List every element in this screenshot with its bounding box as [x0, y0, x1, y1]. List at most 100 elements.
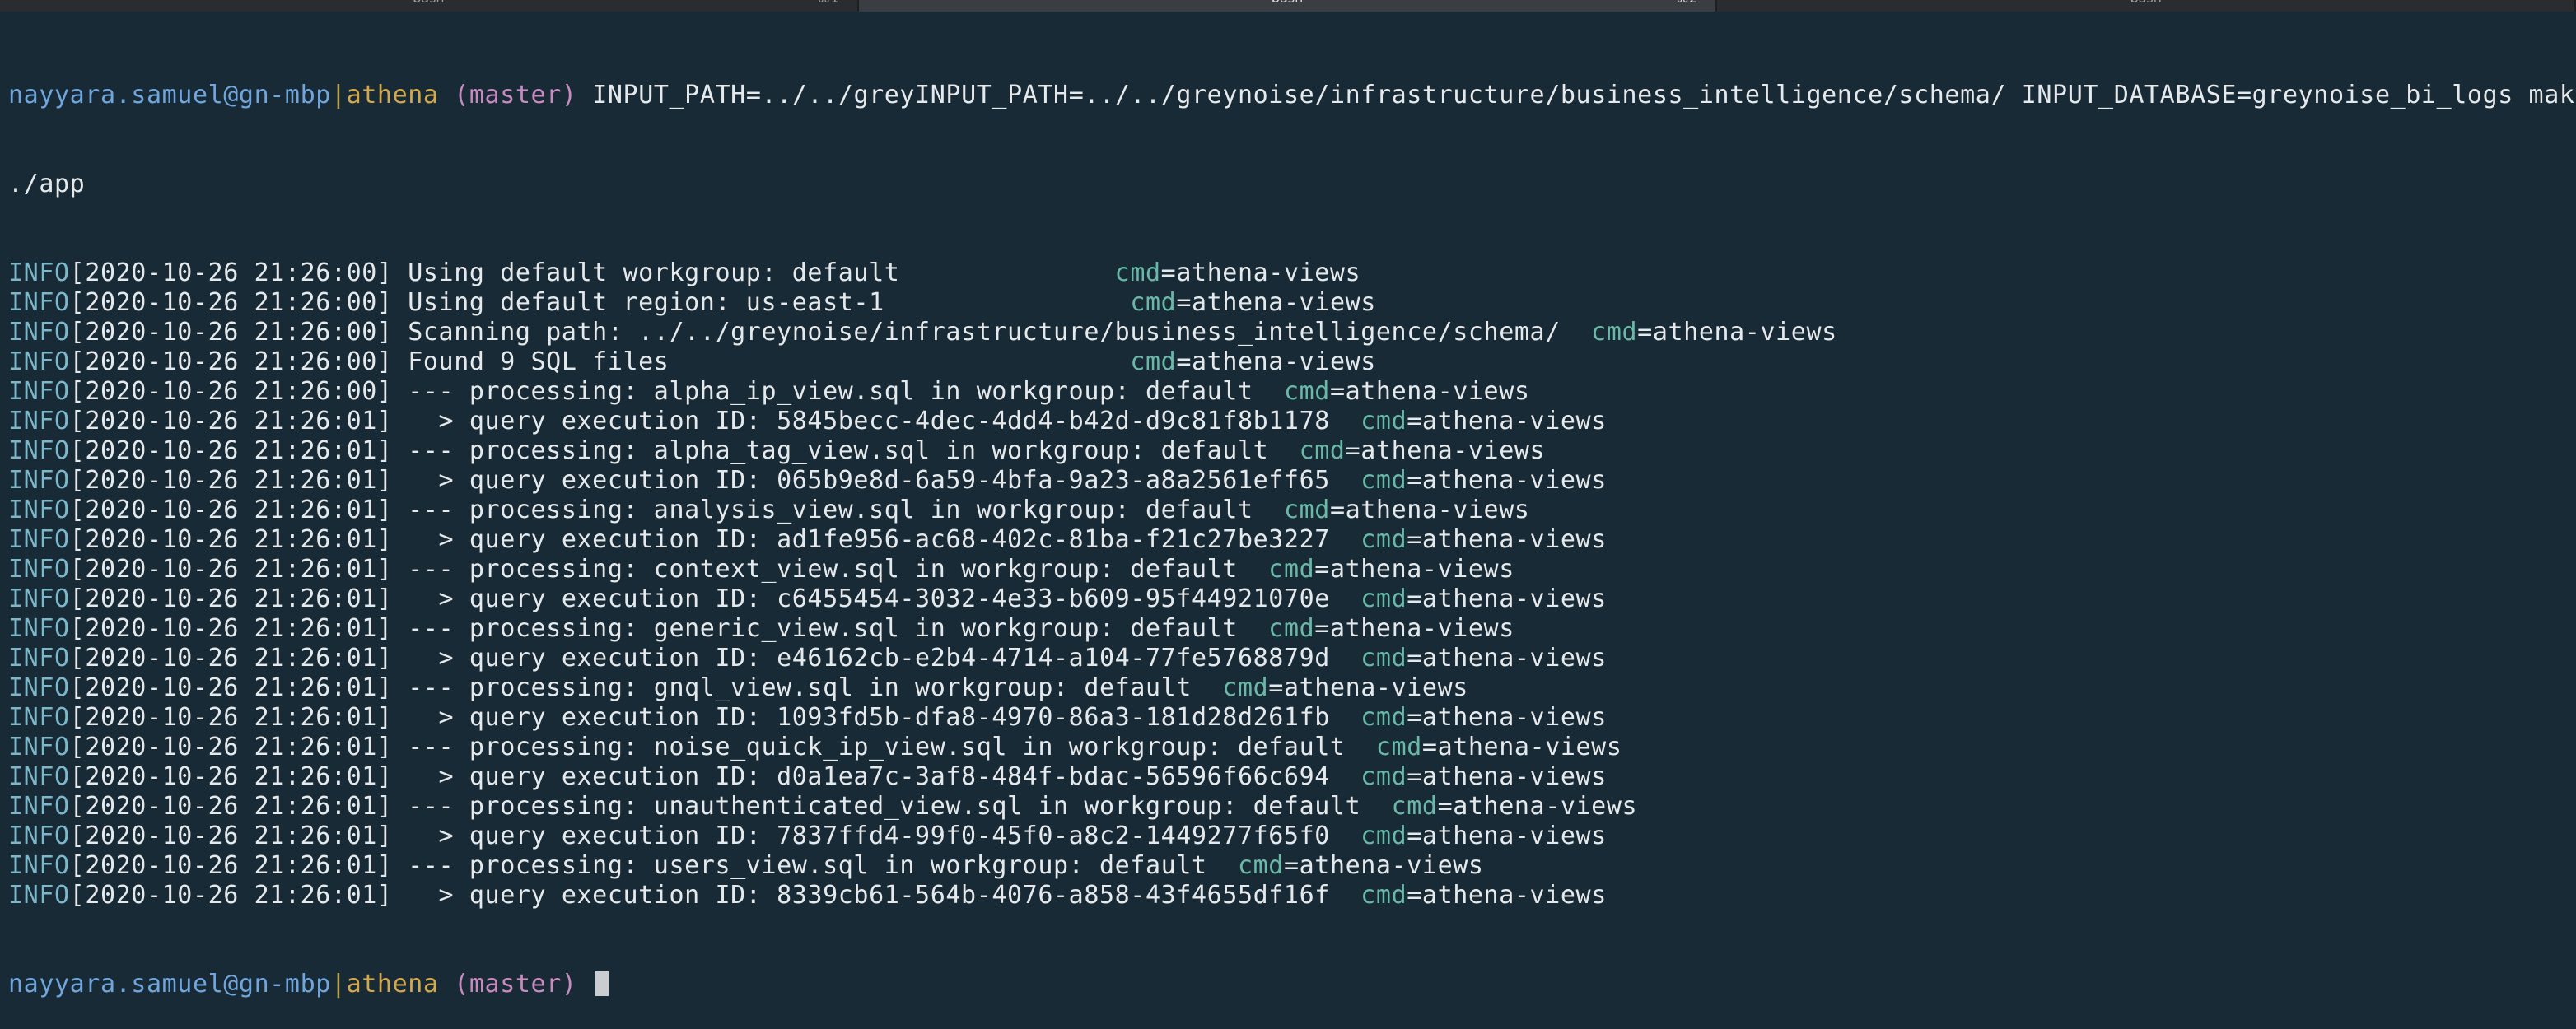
log-cmd-key: cmd: [1360, 525, 1407, 554]
log-timestamp: [2020-10-26 21:26:00]: [69, 347, 393, 376]
log-line: INFO[2020-10-26 21:26:00] Using default …: [8, 258, 2568, 288]
log-timestamp: [2020-10-26 21:26:01]: [69, 851, 393, 880]
log-line: INFO[2020-10-26 21:26:01] > query execut…: [8, 466, 2568, 496]
log-cmd-value: =athena-views: [1407, 822, 1607, 850]
log-timestamp: [2020-10-26 21:26:01]: [69, 614, 393, 643]
prompt-user-host: nayyara.samuel@gn-mbp: [8, 81, 331, 109]
log-timestamp: [2020-10-26 21:26:01]: [69, 407, 393, 435]
tab-3[interactable]: bash: [1717, 0, 2576, 12]
log-cmd-value: =athena-views: [1329, 377, 1530, 406]
log-level: INFO: [8, 496, 70, 524]
prompt-user-host: nayyara.samuel@gn-mbp: [8, 970, 331, 999]
log-cmd-key: cmd: [1375, 733, 1422, 761]
log-level: INFO: [8, 851, 70, 880]
tab-1-label: bash: [413, 0, 444, 5]
log-level: INFO: [8, 347, 70, 376]
log-cmd-key: cmd: [1268, 614, 1315, 643]
log-cmd-key: cmd: [1360, 703, 1407, 732]
log-level: INFO: [8, 466, 70, 495]
log-cmd-value: =athena-views: [1407, 644, 1607, 673]
log-cmd-key: cmd: [1130, 288, 1177, 317]
prompt-separator: |: [330, 970, 347, 999]
log-level: INFO: [8, 733, 70, 761]
command-text: INPUT_PATH=../../greyINPUT_PATH=../../gr…: [592, 81, 2576, 109]
log-cmd-key: cmd: [1114, 258, 1161, 287]
log-line: INFO[2020-10-26 21:26:01] > query execut…: [8, 703, 2568, 733]
prompt-directory: athena: [346, 970, 439, 999]
log-timestamp: [2020-10-26 21:26:00]: [69, 318, 393, 347]
log-line: INFO[2020-10-26 21:26:01] --- processing…: [8, 614, 2568, 644]
log-level: INFO: [8, 584, 70, 613]
log-message: --- processing: alpha_ip_view.sql in wor…: [392, 377, 1284, 406]
log-timestamp: [2020-10-26 21:26:01]: [69, 644, 393, 673]
log-line: INFO[2020-10-26 21:26:00] Scanning path:…: [8, 318, 2568, 347]
log-message: > query execution ID: 7837ffd4-99f0-45f0…: [392, 822, 1361, 850]
log-timestamp: [2020-10-26 21:26:01]: [69, 762, 393, 791]
log-timestamp: [2020-10-26 21:26:01]: [69, 792, 393, 821]
log-level: INFO: [8, 318, 70, 347]
log-line: INFO[2020-10-26 21:26:01] > query execut…: [8, 822, 2568, 851]
log-cmd-value: =athena-views: [1637, 318, 1837, 347]
log-cmd-value: =athena-views: [1407, 466, 1607, 495]
log-level: INFO: [8, 288, 70, 317]
log-timestamp: [2020-10-26 21:26:01]: [69, 436, 393, 465]
log-line: INFO[2020-10-26 21:26:01] > query execut…: [8, 525, 2568, 555]
log-cmd-key: cmd: [1299, 436, 1346, 465]
log-message: Using default region: us-east-1: [392, 288, 1131, 317]
log-cmd-key: cmd: [1360, 644, 1407, 673]
log-level: INFO: [8, 792, 70, 821]
log-level: INFO: [8, 436, 70, 465]
prompt-directory: athena: [346, 81, 439, 109]
log-level: INFO: [8, 377, 70, 406]
log-message: > query execution ID: 065b9e8d-6a59-4bfa…: [392, 466, 1361, 495]
log-cmd-value: =athena-views: [1283, 851, 1484, 880]
tab-2-shortcut: ⌘2: [1676, 0, 1697, 5]
log-cmd-value: =athena-views: [1437, 792, 1638, 821]
log-line: INFO[2020-10-26 21:26:01] --- processing…: [8, 792, 2568, 822]
log-timestamp: [2020-10-26 21:26:00]: [69, 288, 393, 317]
log-message: > query execution ID: 5845becc-4dec-4dd4…: [392, 407, 1361, 435]
tab-2[interactable]: bash ⌘2: [858, 0, 1718, 12]
log-level: INFO: [8, 673, 70, 702]
log-line: INFO[2020-10-26 21:26:01] --- processing…: [8, 673, 2568, 703]
log-message: Scanning path: ../../greynoise/infrastru…: [392, 318, 1592, 347]
prompt-separator: |: [330, 81, 347, 109]
terminal-cursor[interactable]: [595, 971, 609, 996]
log-message: --- processing: gnql_view.sql in workgro…: [392, 673, 1223, 702]
log-cmd-value: =athena-views: [1407, 703, 1607, 732]
log-cmd-value: =athena-views: [1407, 407, 1607, 435]
prompt-line: nayyara.samuel@gn-mbp|athena (master) IN…: [8, 81, 2576, 110]
terminal-output[interactable]: nayyara.samuel@gn-mbp|athena (master) IN…: [8, 21, 2576, 1029]
log-line: INFO[2020-10-26 21:26:01] > query execut…: [8, 584, 2568, 614]
tab-3-label: bash: [2130, 0, 2161, 5]
log-timestamp: [2020-10-26 21:26:01]: [69, 584, 393, 613]
log-cmd-key: cmd: [1268, 555, 1315, 584]
current-prompt-line: nayyara.samuel@gn-mbp|athena (master): [8, 970, 2568, 999]
log-message: > query execution ID: 8339cb61-564b-4076…: [392, 881, 1361, 910]
log-timestamp: [2020-10-26 21:26:01]: [69, 525, 393, 554]
log-cmd-value: =athena-views: [1268, 673, 1468, 702]
log-timestamp: [2020-10-26 21:26:01]: [69, 703, 393, 732]
log-level: INFO: [8, 407, 70, 435]
log-lines: INFO[2020-10-26 21:26:00] Using default …: [8, 258, 2568, 910]
log-cmd-value: =athena-views: [1421, 733, 1622, 761]
log-line: INFO[2020-10-26 21:26:01] --- processing…: [8, 436, 2568, 466]
log-timestamp: [2020-10-26 21:26:00]: [69, 377, 393, 406]
log-cmd-key: cmd: [1283, 377, 1330, 406]
log-cmd-key: cmd: [1360, 762, 1407, 791]
log-message: --- processing: users_view.sql in workgr…: [392, 851, 1238, 880]
log-timestamp: [2020-10-26 21:26:01]: [69, 466, 393, 495]
log-timestamp: [2020-10-26 21:26:01]: [69, 673, 393, 702]
log-message: --- processing: generic_view.sql in work…: [392, 614, 1269, 643]
log-line: INFO[2020-10-26 21:26:01] > query execut…: [8, 644, 2568, 673]
log-line: INFO[2020-10-26 21:26:01] --- processing…: [8, 851, 2568, 881]
log-timestamp: [2020-10-26 21:26:01]: [69, 555, 393, 584]
log-cmd-key: cmd: [1130, 347, 1177, 376]
log-timestamp: [2020-10-26 21:26:01]: [69, 822, 393, 850]
log-message: > query execution ID: c6455454-3032-4e33…: [392, 584, 1361, 613]
log-message: Found 9 SQL files: [392, 347, 1131, 376]
log-cmd-key: cmd: [1360, 822, 1407, 850]
log-message: --- processing: noise_quick_ip_view.sql …: [392, 733, 1376, 761]
log-message: > query execution ID: e46162cb-e2b4-4714…: [392, 644, 1361, 673]
tab-1[interactable]: bash ⌘1: [0, 0, 859, 12]
